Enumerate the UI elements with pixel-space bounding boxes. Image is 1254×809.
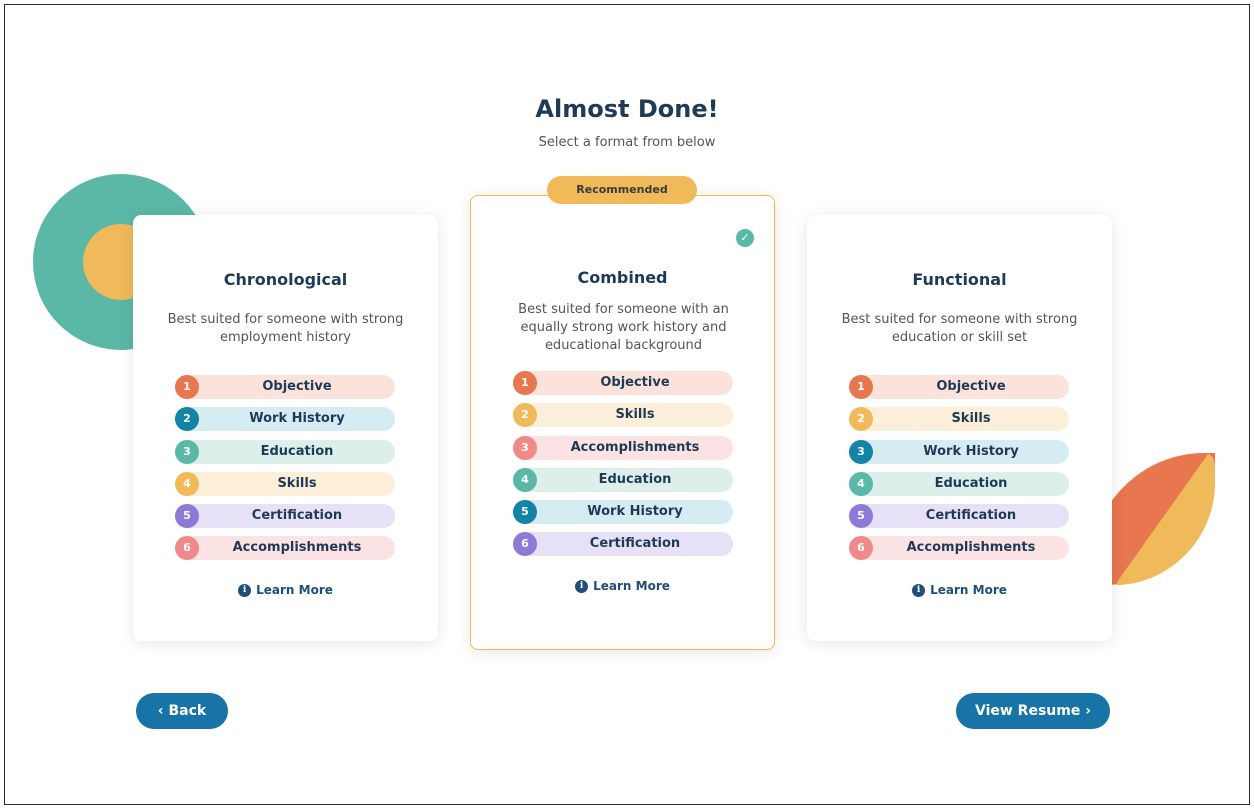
- section-item: 4 Skills: [175, 471, 395, 496]
- section-item: 2 Skills: [849, 407, 1069, 432]
- section-item: 5 Certification: [175, 504, 395, 529]
- section-item: 5 Work History: [513, 500, 733, 525]
- section-label: Work History: [923, 443, 1019, 459]
- view-resume-button-label: View Resume: [974, 703, 1081, 719]
- section-label: Objective: [262, 379, 332, 394]
- section-list: 1 Objective 2 Skills 3 Accomplishments 4 Edu…: [513, 371, 733, 565]
- section-item: 1 Objective: [513, 371, 733, 395]
- section-number-badge: 5: [849, 504, 873, 529]
- section-item: 4 Education: [513, 467, 733, 492]
- section-number-badge: 4: [513, 467, 537, 492]
- page-subtitle: Select a format from below: [538, 135, 716, 150]
- section-label: Education: [934, 475, 1008, 491]
- learn-more-label: Learn More: [256, 583, 333, 597]
- view-resume-button[interactable]: View Resume ›: [956, 693, 1110, 729]
- section-label: Objective: [936, 379, 1006, 394]
- section-number-badge: 3: [175, 439, 199, 464]
- section-number-badge: 1: [849, 375, 873, 399]
- card-description: Best suited for someone with an equally …: [518, 302, 729, 353]
- section-item: 2 Skills: [513, 403, 733, 428]
- section-item: 1 Objective: [175, 375, 395, 399]
- section-item: 2 Work History: [175, 407, 395, 432]
- section-list: 1 Objective 2 Work History 3 Education 4 Ski…: [175, 375, 395, 569]
- card-title: Chronological: [223, 270, 348, 289]
- section-number-badge: 5: [175, 504, 199, 529]
- card-title: Combined: [577, 268, 668, 287]
- section-item: 6 Accomplishments: [849, 536, 1069, 561]
- card-description: Best suited for someone with strong educ…: [841, 312, 1078, 345]
- section-label: Work History: [249, 411, 345, 427]
- section-number-badge: 3: [849, 439, 873, 464]
- section-number-badge: 1: [175, 375, 199, 399]
- section-label: Accomplishments: [906, 540, 1036, 556]
- back-button[interactable]: ‹ Back: [136, 693, 228, 729]
- learn-more-label: Learn More: [593, 579, 670, 593]
- section-item: 1 Objective: [849, 375, 1069, 399]
- section-label: Objective: [600, 375, 670, 390]
- info-icon: i: [238, 584, 252, 597]
- recommended-badge: Recommended: [547, 176, 697, 204]
- section-item: 6 Certification: [513, 532, 733, 557]
- section-label: Education: [260, 443, 334, 459]
- section-label: Skills: [277, 475, 317, 491]
- section-label: Certification: [925, 508, 1017, 524]
- section-label: Skills: [615, 407, 655, 423]
- section-item: 6 Accomplishments: [175, 536, 395, 561]
- section-item: 3 Accomplishments: [513, 435, 733, 460]
- section-item: 5 Certification: [849, 504, 1069, 529]
- section-item: 3 Work History: [849, 439, 1069, 464]
- section-number-badge: 4: [849, 471, 873, 496]
- section-label: Work History: [587, 504, 683, 520]
- format-card-combined[interactable]: Recommended ✓ Combined Best suited for s…: [470, 176, 775, 650]
- learn-more-link[interactable]: i Learn More: [807, 583, 1112, 597]
- section-number-badge: 5: [513, 500, 537, 525]
- selected-check-icon: ✓: [736, 229, 754, 247]
- page-title: Almost Done!: [535, 95, 719, 123]
- section-label: Certification: [589, 536, 681, 552]
- section-item: 3 Education: [175, 439, 395, 464]
- card-title: Functional: [912, 270, 1007, 289]
- chevron-right-icon: ›: [1080, 703, 1091, 719]
- learn-more-link[interactable]: i Learn More: [133, 583, 438, 597]
- chevron-left-icon: ‹: [157, 703, 169, 719]
- learn-more-link[interactable]: i Learn More: [471, 579, 774, 593]
- back-button-label: Back: [168, 703, 207, 719]
- info-icon: i: [575, 580, 589, 593]
- section-item: 4 Education: [849, 471, 1069, 496]
- section-label: Accomplishments: [570, 439, 700, 455]
- learn-more-label: Learn More: [930, 583, 1007, 597]
- format-card-chronological[interactable]: Chronological Best suited for someone wi…: [133, 215, 438, 641]
- page: Almost Done! Select a format from below …: [4, 4, 1250, 805]
- format-card-functional[interactable]: Functional Best suited for someone with …: [807, 215, 1112, 641]
- section-list: 1 Objective 2 Skills 3 Work History 4 Educat…: [849, 375, 1069, 569]
- section-number-badge: 4: [175, 471, 199, 496]
- section-label: Education: [598, 471, 672, 487]
- card-description: Best suited for someone with strong empl…: [167, 312, 404, 345]
- section-label: Certification: [251, 508, 343, 524]
- section-number-badge: 1: [513, 371, 537, 395]
- info-icon: i: [912, 584, 926, 597]
- section-number-badge: 3: [513, 435, 537, 460]
- section-label: Accomplishments: [232, 540, 362, 556]
- section-label: Skills: [951, 411, 991, 427]
